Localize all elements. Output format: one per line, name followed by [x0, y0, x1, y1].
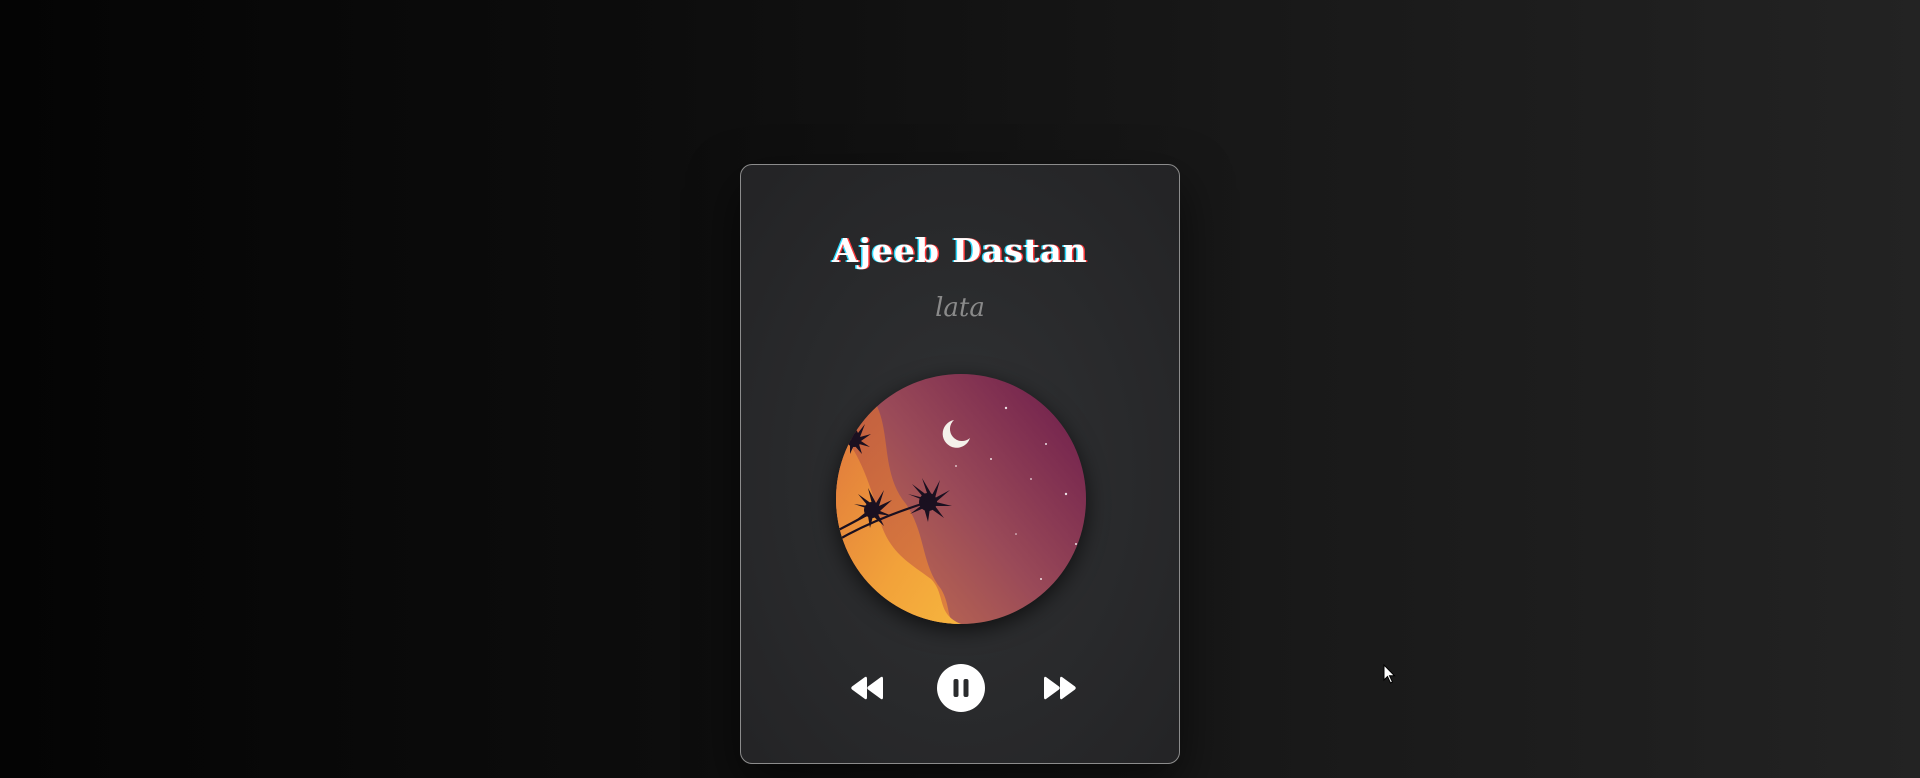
artist-name: lata [935, 293, 985, 323]
previous-button[interactable] [842, 663, 892, 713]
music-player-card: Ajeeb Dastan lata [740, 164, 1180, 764]
mouse-cursor-icon [1383, 663, 1397, 686]
album-artwork [836, 374, 1086, 624]
pause-button[interactable] [936, 663, 986, 713]
song-title: Ajeeb Dastan [832, 231, 1088, 270]
pause-icon [937, 664, 985, 712]
playback-controls [741, 663, 1179, 713]
fast-forward-icon [1044, 676, 1076, 700]
rewind-icon [851, 676, 883, 700]
next-button[interactable] [1035, 663, 1085, 713]
album-artwork-illustration [836, 374, 1086, 624]
